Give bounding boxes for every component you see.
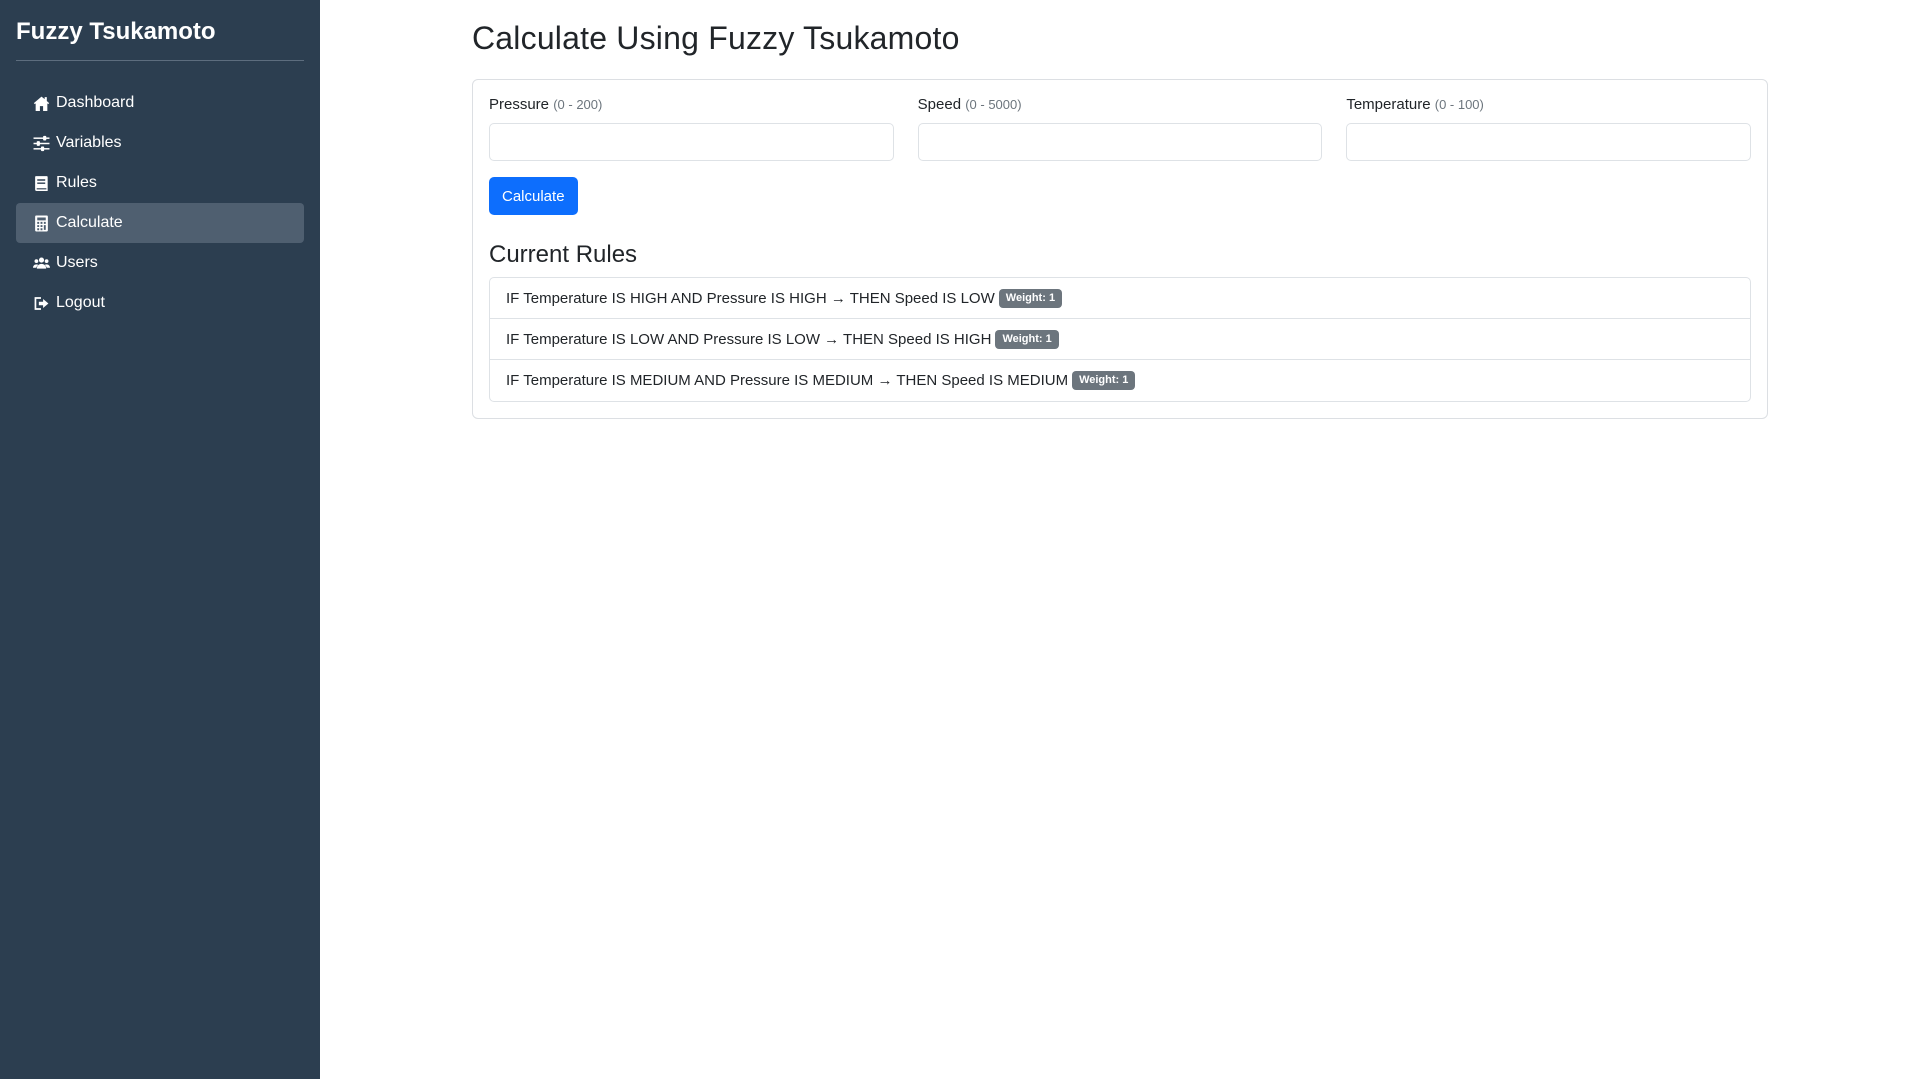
speed-label-text: Speed [917, 96, 962, 113]
rule-text: IF Temperature IS HIGH AND Pressure IS H… [506, 289, 995, 307]
pressure-label-text: Pressure [489, 96, 550, 113]
brand-title: Fuzzy Tsukamoto [16, 16, 304, 61]
sidebar-item-variables[interactable]: Variables [16, 123, 304, 163]
main-content: Calculate Using Fuzzy Tsukamoto Pressure… [320, 0, 1919, 1079]
current-rules-title: Current Rules [489, 241, 638, 268]
speed-label: Speed (0 - 5000) [918, 96, 1323, 113]
home-icon [32, 95, 50, 111]
logout-icon [32, 295, 50, 311]
speed-field-group: Speed (0 - 5000) [917, 96, 1323, 161]
calculate-card: Pressure (0 - 200) Speed (0 - 5000) Temp… [472, 79, 1768, 419]
calculate-button[interactable]: Calculate [489, 177, 578, 215]
users-icon [32, 255, 50, 271]
sidebar-item-label: Calculate [56, 214, 123, 231]
pressure-field-group: Pressure (0 - 200) [489, 96, 894, 161]
rule-text: IF Temperature IS LOW AND Pressure IS LO… [506, 330, 992, 348]
pressure-input[interactable] [489, 123, 894, 161]
app-layout: Fuzzy Tsukamoto Dashboard Variables Rule… [0, 0, 1919, 1079]
sidebar-nav: Dashboard Variables Rules Calculate User… [16, 83, 304, 323]
content-container: Calculate Using Fuzzy Tsukamoto Pressure… [472, 20, 1768, 419]
calculator-icon [32, 215, 50, 231]
sidebar-item-users[interactable]: Users [16, 243, 304, 283]
weight-badge: Weight: 1 [1072, 371, 1136, 390]
sidebar-item-logout[interactable]: Logout [16, 283, 304, 323]
temperature-input[interactable] [1346, 123, 1752, 161]
rules-list: IF Temperature IS HIGH AND Pressure IS H… [489, 277, 1751, 402]
rule-item: IF Temperature IS HIGH AND Pressure IS H… [490, 278, 1750, 319]
sliders-icon [32, 135, 50, 151]
sidebar-item-calculate[interactable]: Calculate [16, 203, 304, 243]
rule-item: IF Temperature IS MEDIUM AND Pressure IS… [490, 360, 1750, 401]
sidebar-item-dashboard[interactable]: Dashboard [16, 83, 304, 123]
sidebar-item-label: Dashboard [56, 94, 135, 111]
temperature-label-text: Temperature [1346, 96, 1431, 113]
book-icon [32, 175, 50, 191]
sidebar-item-rules[interactable]: Rules [16, 163, 304, 203]
sidebar-item-label: Variables [56, 134, 122, 151]
rule-text: IF Temperature IS MEDIUM AND Pressure IS… [506, 372, 1069, 389]
pressure-range: (0 - 200) [553, 97, 603, 112]
sidebar-item-label: Users [56, 254, 98, 271]
input-row: Pressure (0 - 200) Speed (0 - 5000) Temp… [489, 96, 1752, 161]
page-title: Calculate Using Fuzzy Tsukamoto [472, 20, 960, 56]
temperature-label: Temperature (0 - 100) [1346, 96, 1751, 113]
temperature-field-group: Temperature (0 - 100) [1346, 96, 1752, 161]
speed-range: (0 - 5000) [965, 97, 1022, 112]
weight-badge: Weight: 1 [995, 329, 1059, 349]
weight-badge: Weight: 1 [998, 288, 1063, 308]
temperature-range: (0 - 100) [1434, 97, 1484, 112]
rule-item: IF Temperature IS LOW AND Pressure IS LO… [490, 319, 1750, 360]
speed-input[interactable] [917, 123, 1323, 161]
sidebar: Fuzzy Tsukamoto Dashboard Variables Rule… [0, 0, 320, 1079]
sidebar-item-label: Rules [56, 174, 97, 191]
pressure-label: Pressure (0 - 200) [489, 96, 894, 113]
sidebar-item-label: Logout [56, 294, 105, 311]
